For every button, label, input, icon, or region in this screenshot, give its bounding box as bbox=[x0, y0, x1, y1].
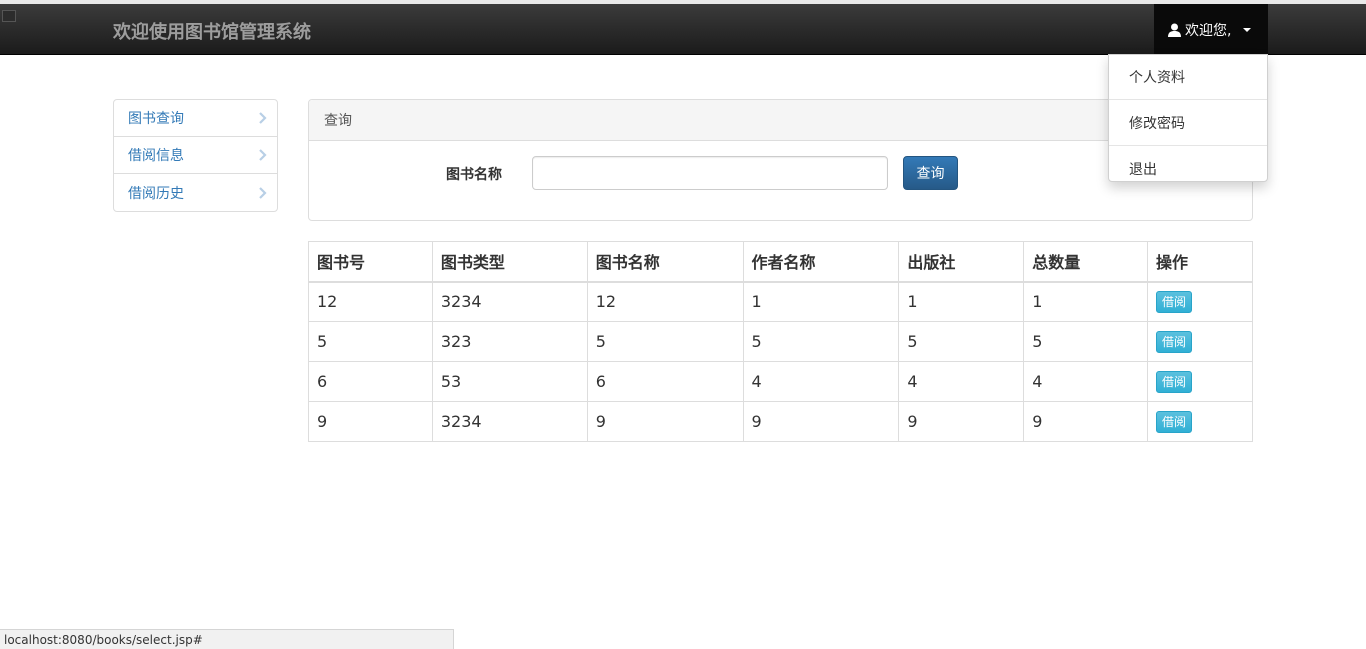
sidebar-item-book-query[interactable]: 图书查询 bbox=[114, 100, 277, 137]
cell-book-id: 6 bbox=[308, 361, 433, 402]
cell-author: 1 bbox=[742, 281, 900, 322]
sidebar-item-label: 借阅历史 bbox=[128, 185, 184, 202]
cell-publisher: 1 bbox=[898, 281, 1025, 322]
menu-item-logout[interactable]: 退出 bbox=[1109, 147, 1267, 190]
cell-action: 借阅 bbox=[1147, 321, 1253, 362]
user-dropdown-menu: 个人资料 修改密码 退出 bbox=[1108, 54, 1268, 182]
cell-book-type: 3234 bbox=[431, 281, 588, 322]
cell-book-id: 5 bbox=[308, 321, 433, 362]
cell-total: 9 bbox=[1023, 401, 1149, 442]
corner-icon bbox=[2, 10, 16, 22]
cell-author: 5 bbox=[742, 321, 900, 362]
table-row: 6 53 6 4 4 4 借阅 bbox=[308, 361, 1253, 402]
cell-book-name: 9 bbox=[586, 401, 744, 442]
col-header-total: 总数量 bbox=[1023, 241, 1149, 283]
cell-action: 借阅 bbox=[1147, 281, 1253, 322]
col-header-book-name: 图书名称 bbox=[586, 241, 744, 283]
table-row: 5 323 5 5 5 5 借阅 bbox=[308, 321, 1253, 362]
borrow-button[interactable]: 借阅 bbox=[1156, 370, 1193, 393]
user-welcome-label: 欢迎您, bbox=[1185, 22, 1232, 39]
cell-book-type: 53 bbox=[431, 361, 588, 402]
cell-publisher: 9 bbox=[898, 401, 1025, 442]
borrow-button[interactable]: 借阅 bbox=[1156, 410, 1193, 433]
table-header-row: 图书号 图书类型 图书名称 作者名称 出版社 总数量 操作 bbox=[308, 241, 1253, 283]
sidebar-item-borrow-history[interactable]: 借阅历史 bbox=[114, 174, 277, 211]
user-menu-toggle[interactable]: 欢迎您, bbox=[1154, 4, 1268, 55]
caret-down-icon bbox=[1243, 27, 1252, 32]
book-name-input[interactable] bbox=[532, 156, 888, 190]
sidebar-item-label: 借阅信息 bbox=[128, 148, 184, 164]
cell-action: 借阅 bbox=[1147, 401, 1253, 442]
cell-book-id: 12 bbox=[308, 281, 433, 322]
cell-action: 借阅 bbox=[1147, 361, 1253, 402]
cell-book-name: 12 bbox=[586, 281, 744, 322]
col-header-publisher: 出版社 bbox=[898, 241, 1025, 283]
menu-item-profile[interactable]: 个人资料 bbox=[1109, 55, 1267, 98]
menu-divider bbox=[1109, 99, 1267, 100]
cell-book-type: 3234 bbox=[431, 401, 588, 442]
brand-title[interactable]: 欢迎使用图书馆管理系统 bbox=[113, 18, 311, 44]
chevron-right-icon bbox=[259, 186, 267, 199]
sidebar-item-borrow-info[interactable]: 借阅信息 bbox=[114, 137, 277, 174]
col-header-author: 作者名称 bbox=[742, 241, 900, 283]
chevron-right-icon bbox=[259, 112, 267, 124]
browser-status-bar: localhost:8080/books/select.jsp# bbox=[0, 629, 454, 649]
sidebar-item-label: 图书查询 bbox=[128, 111, 184, 127]
cell-book-id: 9 bbox=[308, 401, 433, 442]
col-header-book-id: 图书号 bbox=[308, 241, 433, 283]
cell-book-name: 6 bbox=[586, 361, 744, 402]
borrow-button[interactable]: 借阅 bbox=[1156, 290, 1193, 313]
cell-total: 5 bbox=[1023, 321, 1149, 362]
cell-book-name: 5 bbox=[586, 321, 744, 362]
cell-author: 9 bbox=[742, 401, 900, 442]
table-row: 12 3234 12 1 1 1 借阅 bbox=[308, 281, 1253, 322]
cell-total: 4 bbox=[1023, 361, 1149, 402]
book-name-label: 图书名称 bbox=[446, 167, 502, 183]
col-header-action: 操作 bbox=[1147, 241, 1253, 283]
table-row: 9 3234 9 9 9 9 借阅 bbox=[308, 401, 1253, 442]
cell-book-type: 323 bbox=[431, 321, 588, 362]
borrow-button[interactable]: 借阅 bbox=[1156, 330, 1193, 353]
user-icon bbox=[1168, 23, 1181, 37]
cell-publisher: 4 bbox=[898, 361, 1025, 402]
menu-item-change-password[interactable]: 修改密码 bbox=[1109, 101, 1267, 144]
cell-publisher: 5 bbox=[898, 321, 1025, 362]
sidebar-nav: 图书查询 借阅信息 借阅历史 bbox=[113, 99, 278, 212]
books-table: 图书号 图书类型 图书名称 作者名称 出版社 总数量 操作 12 3234 12… bbox=[308, 241, 1253, 442]
top-navbar: 欢迎使用图书馆管理系统 欢迎您, bbox=[0, 4, 1366, 55]
cell-author: 4 bbox=[742, 361, 900, 402]
col-header-book-type: 图书类型 bbox=[431, 241, 588, 283]
cell-total: 1 bbox=[1023, 281, 1149, 322]
query-button[interactable]: 查询 bbox=[903, 156, 958, 190]
menu-divider bbox=[1109, 145, 1267, 146]
chevron-right-icon bbox=[259, 149, 267, 161]
